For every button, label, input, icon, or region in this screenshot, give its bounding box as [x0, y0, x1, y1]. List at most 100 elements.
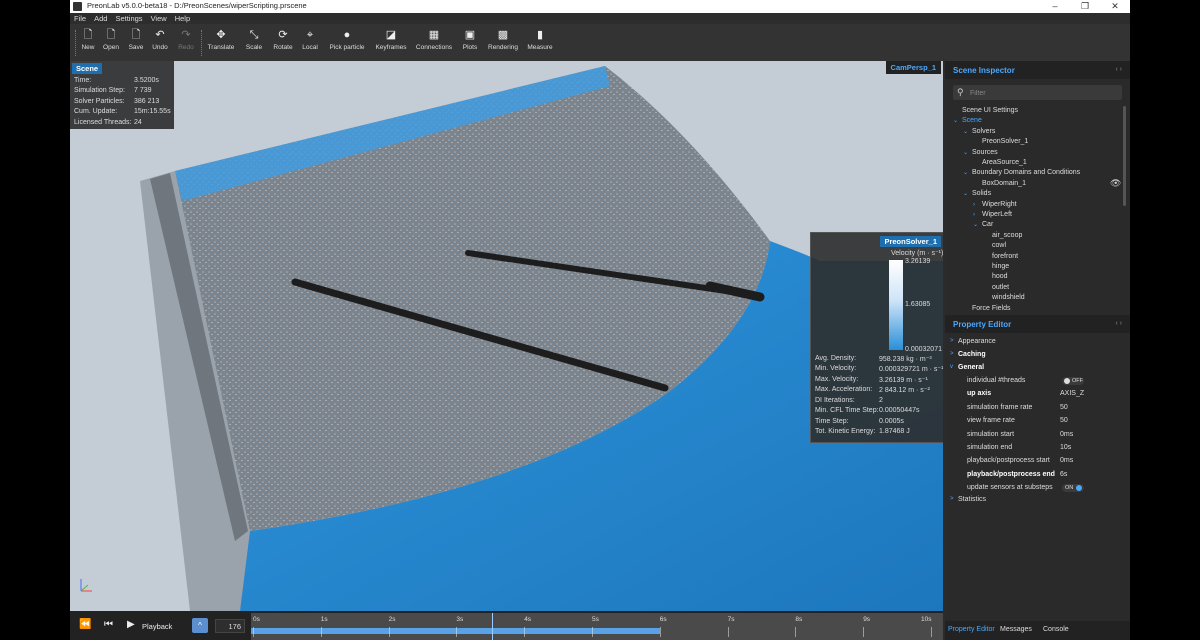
scene-info-label: Simulation Step: — [74, 87, 125, 94]
solver-title[interactable]: PreonSolver_1 — [880, 236, 941, 247]
menu-settings[interactable]: Settings — [111, 13, 146, 24]
chevron-down-icon[interactable]: ⌄ — [963, 189, 972, 199]
rendering-button[interactable]: ▩ Rendering — [486, 27, 520, 59]
chevron-down-icon[interactable]: ⌄ — [953, 116, 962, 126]
chevron-down-icon[interactable]: ⌄ — [973, 220, 982, 230]
rotate-button[interactable]: ⟳ Rotate — [271, 27, 295, 59]
play-button[interactable]: ▶ — [127, 619, 135, 630]
tree-item[interactable]: hood — [983, 272, 1008, 282]
tree-item[interactable]: PreonSolver_1 — [973, 137, 1028, 147]
section-general[interactable]: v General — [945, 361, 1130, 374]
open-button[interactable]: 🗋 Open — [101, 27, 121, 59]
3d-viewport[interactable]: Scene Time: 3.5200s Simulation Step: 7 7… — [70, 61, 943, 611]
tree-item[interactable]: air_scoop — [983, 231, 1022, 241]
redo-button[interactable]: ↷ Redo — [176, 27, 196, 59]
tree-item[interactable]: ⌄ Car — [973, 220, 993, 230]
section-caching[interactable]: > Caching — [945, 348, 1130, 361]
property-value[interactable]: 10s — [1060, 441, 1071, 454]
tree-item[interactable]: Scene UI Settings — [953, 106, 1018, 116]
undo-button[interactable]: ↶ Undo — [150, 27, 170, 59]
timeline-tick-label: 8s — [795, 616, 803, 623]
menu-help[interactable]: Help — [171, 13, 194, 24]
tree-item[interactable]: › WiperRight — [973, 200, 1017, 210]
camera-label[interactable]: CamPersp_1 — [885, 61, 941, 74]
translate-button[interactable]: ✥ Translate — [206, 27, 236, 59]
timeline-track[interactable]: 0s 1s 2s 3s 4s 5s 6s 7s 8s 9s 10s — [251, 613, 943, 640]
step-back-button[interactable]: ⏮ — [104, 619, 113, 630]
maximize-button[interactable]: ❐ — [1070, 0, 1100, 13]
tree-item[interactable]: ⌄ Boundary Domains and Conditions — [963, 168, 1080, 178]
playback-label[interactable]: Playback — [142, 622, 172, 631]
scale-button[interactable]: ⤡ Scale — [243, 27, 265, 59]
tab-property-editor[interactable]: Property Editor — [948, 626, 995, 633]
connections-button[interactable]: ▦ Connections — [415, 27, 453, 59]
tree-item[interactable]: ⌄ Sources — [963, 148, 998, 158]
panel-collapse-icon[interactable]: ‹ › — [1115, 66, 1122, 73]
property-value[interactable]: 50 — [1060, 414, 1068, 427]
tree-item-label: Scene UI Settings — [962, 107, 1019, 114]
close-button[interactable]: ✕ — [1100, 0, 1130, 13]
tree-item[interactable]: windshield — [983, 293, 1025, 303]
velocity-colorbar — [889, 260, 903, 350]
chevron-down-icon[interactable]: ⌄ — [963, 148, 972, 158]
panel-collapse-icon[interactable]: ‹ › — [1115, 320, 1122, 327]
tree-item-label: WiperRight — [982, 200, 1017, 208]
rotate-label: Rotate — [273, 44, 293, 51]
minimize-button[interactable]: – — [1040, 0, 1070, 13]
keyframes-icon: ◪ — [385, 29, 397, 41]
property-value[interactable]: 0ms — [1060, 428, 1073, 441]
frame-field[interactable]: 176 — [215, 619, 245, 633]
filter-input[interactable] — [968, 86, 1122, 100]
menu-add[interactable]: Add — [90, 13, 111, 24]
window-title: PreonLab v5.0.0-beta18 - D:/PreonScenes/… — [87, 1, 307, 10]
inspector-scrollbar[interactable] — [1123, 106, 1126, 206]
measure-button[interactable]: ▮ Measure — [526, 27, 554, 59]
rewind-button[interactable]: ⏪ — [79, 619, 91, 630]
timeline-cursor[interactable] — [491, 613, 493, 640]
plots-button[interactable]: ▣ Plots — [461, 27, 479, 59]
property-value[interactable]: 0ms — [1060, 454, 1073, 467]
scene-info-label: Cum. Update: — [74, 108, 118, 115]
property-value[interactable]: AXIS_Z — [1060, 387, 1084, 400]
visibility-hidden-icon[interactable]: 👁 — [1110, 178, 1121, 189]
playback-mode-toggle[interactable]: ^ — [192, 618, 208, 633]
menu-file[interactable]: File — [70, 13, 90, 24]
chevron-right-icon[interactable]: › — [973, 200, 982, 210]
tree-item[interactable]: outlet — [983, 283, 1009, 293]
pick-particle-button[interactable]: ● Pick particle — [328, 27, 366, 59]
section-appearance[interactable]: > Appearance — [945, 335, 1130, 348]
local-button[interactable]: ⌖ Local — [300, 27, 320, 59]
tab-messages[interactable]: Messages — [1000, 626, 1032, 633]
chevron-down-icon[interactable]: ⌄ — [963, 127, 972, 137]
chevron-right-icon[interactable]: › — [973, 210, 982, 220]
tree-item[interactable]: forefront — [983, 252, 1018, 262]
filter-box[interactable]: ⚲ — [953, 85, 1122, 100]
chevron-down-icon[interactable]: ⌄ — [963, 168, 972, 178]
property-toggle[interactable]: ON — [1062, 484, 1084, 493]
property-value[interactable]: 6s — [1060, 468, 1067, 481]
tree-item[interactable]: ⌄ Scene — [953, 116, 982, 126]
property-toggle[interactable]: OFF — [1062, 377, 1084, 385]
section-statistics[interactable]: > Statistics — [945, 493, 1130, 506]
tree-item[interactable]: AreaSource_1 — [973, 158, 1027, 168]
save-button[interactable]: 🗋 Save — [126, 27, 146, 59]
tree-item-label: Boundary Domains and Conditions — [972, 169, 1081, 177]
tree-item[interactable]: ⌄ Solvers — [963, 127, 995, 137]
toolbar-separator — [201, 30, 203, 56]
tree-item[interactable]: ⌄ Solids — [963, 189, 991, 199]
section-label: Caching — [958, 351, 986, 358]
keyframes-button[interactable]: ◪ Keyframes — [374, 27, 408, 59]
legend-mid: 1.63085 — [905, 301, 931, 308]
tree-item[interactable]: › WiperLeft — [973, 210, 1012, 220]
tree-item-label: air_scoop — [992, 231, 1023, 239]
tree-item[interactable]: cowl — [983, 241, 1006, 251]
tree-item[interactable]: BoxDomain_1 — [973, 179, 1026, 189]
tree-item[interactable]: hinge — [983, 262, 1009, 272]
new-button[interactable]: 🗋 New — [78, 27, 98, 59]
tab-console[interactable]: Console — [1043, 626, 1069, 633]
menu-view[interactable]: View — [147, 13, 171, 24]
tree-item[interactable]: Force Fields — [963, 304, 1011, 314]
scene-info-overlay: Scene Time: 3.5200s Simulation Step: 7 7… — [70, 61, 174, 129]
property-value[interactable]: 50 — [1060, 401, 1068, 414]
legend-max: 3.26139 — [905, 258, 931, 265]
